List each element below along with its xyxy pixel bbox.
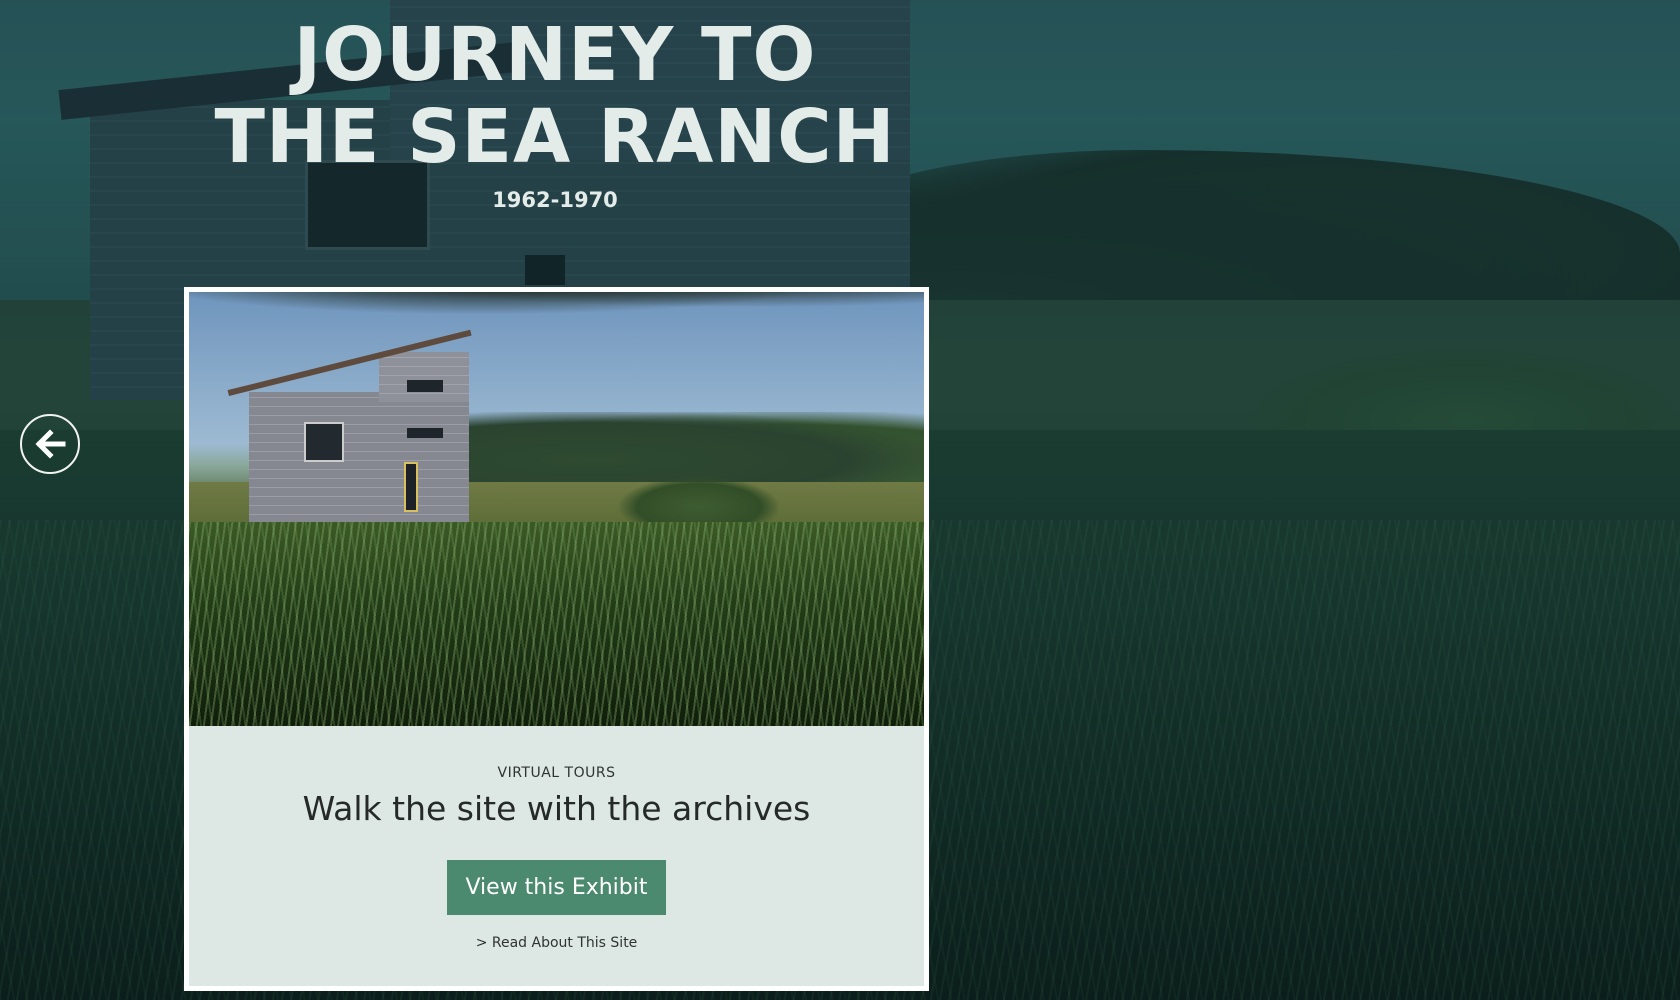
exhibit-card-body: VIRTUAL TOURS Walk the site with the arc… [189,726,924,986]
arrow-left-icon [35,429,66,459]
card-heading: Walk the site with the archives [302,789,811,828]
exhibit-photo [189,292,924,726]
title-line-2: THE SEA RANCH [214,94,896,180]
exhibit-card: VIRTUAL TOURS Walk the site with the arc… [184,287,929,991]
read-about-site-link[interactable]: > Read About This Site [189,935,924,951]
card-category: VIRTUAL TOURS [497,765,616,781]
page-title: JOURNEY TO THE SEA RANCH [180,14,930,178]
title-line-1: JOURNEY TO [293,12,817,98]
previous-slide-button[interactable] [20,414,80,474]
date-range: 1962-1970 [492,188,618,212]
view-exhibit-button[interactable]: View this Exhibit [447,860,666,915]
